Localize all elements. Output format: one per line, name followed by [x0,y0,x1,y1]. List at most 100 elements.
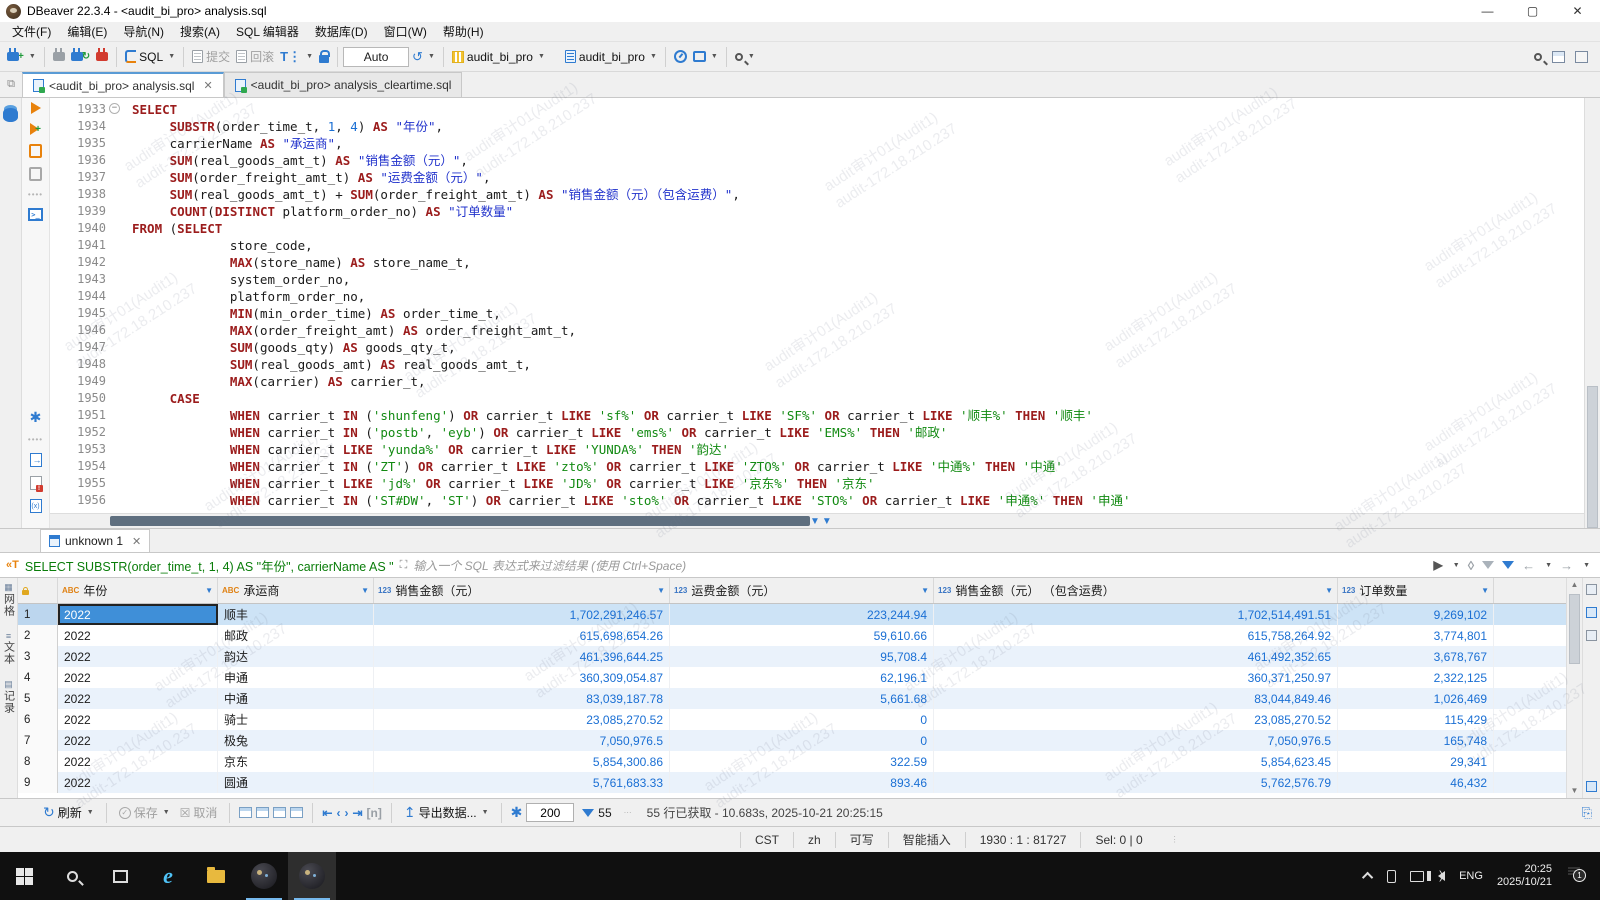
grid-cell[interactable]: 2022 [58,709,218,730]
grid-cell[interactable]: 893.46 [670,772,934,793]
chevron-down-icon[interactable]: ▼ [306,53,313,60]
scroll-up-icon[interactable]: ▲ [1567,578,1582,592]
grid-cell[interactable]: 2022 [58,667,218,688]
execute-new-tab-icon[interactable]: + [30,123,41,135]
chevron-down-icon[interactable]: ▼ [168,53,175,60]
disconnect-button[interactable] [50,48,68,63]
grid-cell[interactable]: 83,044,849.46 [934,688,1338,709]
scrollbar-thumb[interactable] [110,516,810,526]
grid-cell[interactable]: 7,050,976.5 [374,730,670,751]
chevron-down-icon[interactable]: ▼ [428,53,435,60]
editor-horizontal-scrollbar[interactable]: ▼▼ [50,513,1584,528]
export-data-button[interactable]: ↥ 导出数据... ▼ [401,802,492,823]
grid-cell[interactable]: 1,026,469 [1338,688,1494,709]
connection-selector[interactable]: audit_bi_pro ▼ [449,48,548,66]
grid-cell[interactable]: 360,309,054.87 [374,667,670,688]
chevron-down-icon[interactable]: ▼ [163,809,170,816]
menu-item[interactable]: 编辑(E) [59,21,115,42]
grid-cell[interactable]: 2022 [58,772,218,793]
chevron-down-icon[interactable]: ▼ [87,809,94,816]
grid-cell[interactable]: 2022 [58,646,218,667]
action-center-icon[interactable]: 1 [1566,864,1590,888]
row-number[interactable]: 1 [18,604,58,625]
result-settings-gear-icon[interactable]: ✱ [511,804,523,821]
add-row-icon[interactable] [239,807,253,818]
close-icon[interactable]: ✕ [132,535,141,548]
grid-cell[interactable]: 2022 [58,625,218,646]
grid-cell[interactable]: 骑士 [218,709,374,730]
task-view-icon[interactable] [96,852,144,900]
grid-cell[interactable]: 顺丰 [218,604,374,625]
sql-editor[interactable]: 1933− SELECT 1934 SUBSTR(order_time_t, 1, … [50,98,1584,528]
grid-cell[interactable]: 360,371,250.97 [934,667,1338,688]
editor-vertical-scrollbar[interactable] [1584,98,1600,528]
rollback-button[interactable]: 回滚 [233,46,277,67]
sql-editor-button[interactable]: SQL ▼ [122,48,178,66]
delete-row-icon[interactable] [273,807,287,818]
sort-dropdown-icon[interactable]: ▼ [921,586,929,595]
dbeaver-taskbar-icon[interactable] [288,852,336,900]
perspective-alt-icon[interactable] [1575,50,1588,63]
explain-plan-icon[interactable] [29,167,42,181]
grid-cell[interactable]: 95,708.4 [670,646,934,667]
filter-input[interactable]: 输入一个 SQL 表达式来过滤结果 (使用 Ctrl+Space) [413,557,1427,574]
internet-explorer-icon[interactable]: e [144,852,192,900]
chevron-down-icon[interactable]: ▼ [538,53,545,60]
goto-row-icon[interactable]: [n] [367,806,382,820]
column-header[interactable]: 123 销售金额（元） ▼ [374,578,670,603]
table-row[interactable]: 1 2022 顺丰 1,702,291,246.57 223,244.94 1,702,5… [18,604,1566,625]
grid-vertical-scrollbar[interactable]: ▲ ▼ [1566,578,1582,798]
autocommit-combo[interactable]: Auto [343,46,410,67]
column-header[interactable]: 123 销售金额（元） （包含运费） ▼ [934,578,1338,603]
network-tray-icon[interactable] [1410,870,1425,882]
result-view-tab-text[interactable]: ≡ 文本 [1,631,17,665]
grid-cell[interactable]: 83,039,187.78 [374,688,670,709]
grid-cell[interactable]: 2022 [58,751,218,772]
app-icon-1[interactable] [240,852,288,900]
maximize-button[interactable]: ▢ [1510,0,1555,22]
search-button[interactable]: ▼ [732,51,758,63]
expand-filter-icon[interactable]: ⛶ [400,559,408,572]
eraser-icon[interactable]: ◊ [1468,558,1474,573]
volume-tray-icon[interactable] [1427,868,1446,882]
grid-cell[interactable]: 322.59 [670,751,934,772]
fetch-size-input[interactable] [526,803,575,822]
calc-panel-icon[interactable] [1586,607,1597,618]
filter-query-text[interactable]: SELECT SUBSTR(order_time_t, 1, 4) AS "年份… [25,556,394,575]
cancel-button[interactable]: ☒ 取消 [177,802,221,823]
chevron-down-icon[interactable]: ▼ [1583,562,1590,569]
grid-cell[interactable]: 5,854,300.86 [374,751,670,772]
start-button[interactable] [0,852,48,900]
minimize-button[interactable]: — [1465,0,1510,22]
grid-cell[interactable]: 115,429 [1338,709,1494,730]
row-number[interactable]: 6 [18,709,58,730]
network-button[interactable]: ▼ [690,49,721,64]
commit-button[interactable]: 提交 [189,46,233,67]
tray-expand-icon[interactable] [1362,871,1374,884]
transaction-lock-button[interactable] [316,49,332,65]
scrollbar-thumb[interactable] [1569,594,1580,664]
grid-cell[interactable]: 59,610.66 [670,625,934,646]
sort-dropdown-icon[interactable]: ▼ [1481,586,1489,595]
chevron-down-icon[interactable]: ▼ [29,53,36,60]
grid-cell[interactable]: 46,432 [1338,772,1494,793]
grid-cell[interactable]: 5,854,623.45 [934,751,1338,772]
taskbar-clock[interactable]: 20:25 2025/10/21 [1497,863,1552,889]
quick-search-icon[interactable] [1534,52,1542,61]
perspective-icon[interactable] [1552,50,1565,63]
chevron-down-icon[interactable]: ▼ [482,809,489,816]
fold-collapse-icon[interactable]: − [109,103,120,114]
menu-item[interactable]: 帮助(H) [435,21,492,42]
scroll-down-icon[interactable]: ▼ [1567,784,1582,798]
results-tab[interactable]: unknown 1 ✕ [40,529,151,552]
transaction-mode-button[interactable]: T⋮ ▼ [277,47,316,67]
table-row[interactable]: 5 2022 中通 83,039,187.78 5,661.68 83,044,849.4… [18,688,1566,709]
grid-cell[interactable]: 0 [670,730,934,751]
grid-cell[interactable]: 165,748 [1338,730,1494,751]
row-number[interactable]: 3 [18,646,58,667]
grid-cell[interactable]: 5,661.68 [670,688,934,709]
row-number[interactable]: 2 [18,625,58,646]
menu-item[interactable]: 数据库(D) [307,21,376,42]
grid-cell[interactable]: 29,341 [1338,751,1494,772]
grid-cell[interactable]: 615,698,654.26 [374,625,670,646]
